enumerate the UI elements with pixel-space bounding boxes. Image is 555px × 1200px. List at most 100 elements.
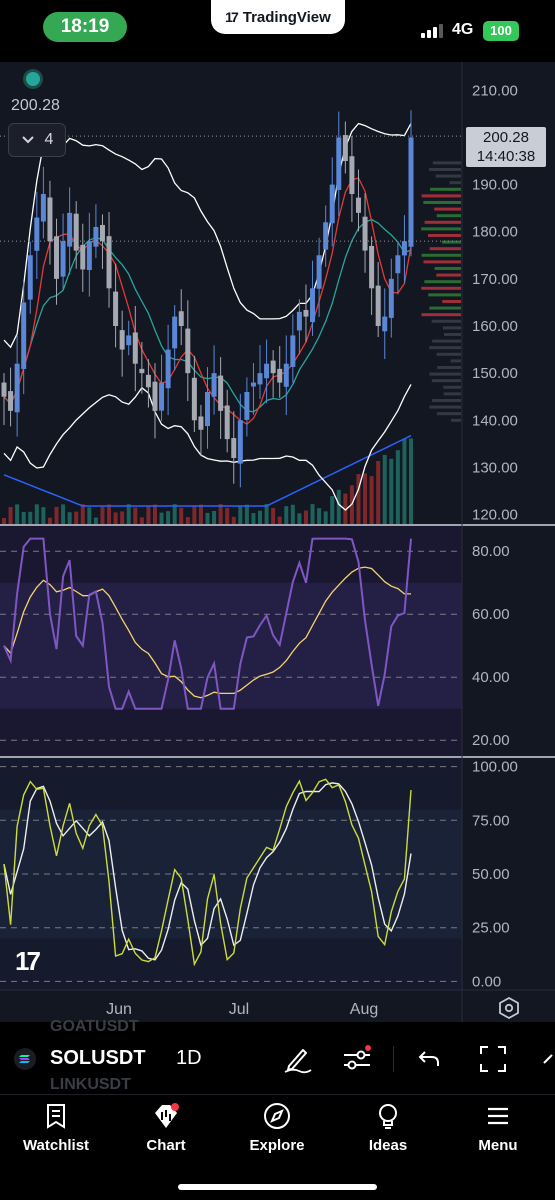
- volume-profile-bar: [450, 359, 461, 363]
- volume-profile-bar: [421, 194, 461, 198]
- price-axis-tick: 140.00: [472, 412, 518, 429]
- volume-bar: [284, 506, 289, 524]
- indicators-icon[interactable]: [341, 1043, 373, 1075]
- volume-bar: [317, 508, 322, 524]
- volume-profile-bar: [429, 346, 461, 350]
- candle-body: [139, 368, 145, 374]
- volume-bar: [120, 511, 125, 524]
- volume-profile-bar: [443, 392, 461, 396]
- candle-body: [198, 416, 204, 430]
- volume-bar: [139, 517, 144, 524]
- interval-selector[interactable]: 1D: [176, 1047, 202, 1070]
- volume-bar: [363, 473, 368, 524]
- candle-body: [224, 405, 230, 440]
- volume-bar: [87, 507, 92, 524]
- bookmark-icon: [47, 1104, 65, 1129]
- volume-bar: [152, 504, 157, 524]
- candle-body: [388, 278, 394, 318]
- volume-bar: [369, 476, 374, 524]
- candle-body: [60, 241, 66, 277]
- chart-settings-icon[interactable]: [497, 996, 521, 1020]
- candle-body: [375, 285, 381, 326]
- solana-logo-icon[interactable]: [14, 1048, 36, 1070]
- undo-icon[interactable]: [414, 1043, 446, 1075]
- tab-label: Menu: [478, 1137, 518, 1154]
- candle-body: [316, 255, 322, 289]
- price-axis-tick: 180.00: [472, 224, 518, 241]
- tab-menu[interactable]: Menu: [448, 1101, 548, 1154]
- tradingview-indicator-pill[interactable]: 17 TradingView: [211, 0, 345, 34]
- fullscreen-icon[interactable]: [477, 1043, 509, 1075]
- volume-profile-bar: [424, 280, 461, 284]
- volume-profile-bar: [436, 412, 461, 416]
- tab-chart[interactable]: Chart: [116, 1101, 216, 1154]
- volume-bar: [113, 512, 118, 524]
- candle-body: [1, 382, 7, 397]
- candle-body: [401, 241, 407, 256]
- volume-bar: [409, 438, 413, 524]
- candle-body: [283, 363, 289, 387]
- volume-profile-bar: [443, 385, 461, 389]
- chart-svg[interactable]: 210.00200.00190.00180.00170.00160.00150.…: [0, 62, 555, 1022]
- volume-profile-bar: [436, 273, 461, 277]
- volume-bar: [146, 506, 151, 524]
- volume-profile-bar: [421, 313, 461, 317]
- price-axis-tick: 130.00: [472, 459, 518, 476]
- stoch-axis-tick: 0.00: [472, 973, 501, 990]
- tab-explore[interactable]: Explore: [227, 1101, 327, 1154]
- last-price-label: 200.28: [11, 97, 60, 114]
- candle-body: [264, 363, 270, 379]
- tab-ideas[interactable]: Ideas: [338, 1101, 438, 1154]
- candle-body: [119, 330, 125, 350]
- candle-body: [73, 213, 79, 251]
- volume-profile-bar: [432, 398, 461, 402]
- more-icon[interactable]: [540, 1043, 555, 1075]
- volume-bar: [74, 511, 79, 524]
- volume-profile-bar: [436, 214, 461, 218]
- volume-profile-bar: [428, 293, 461, 297]
- stoch-axis-tick: 75.00: [472, 812, 510, 829]
- volume-bar: [244, 504, 249, 524]
- volume-bar: [336, 489, 341, 524]
- candle-body: [126, 335, 132, 346]
- volume-bar: [356, 474, 361, 524]
- candle-body: [14, 363, 20, 413]
- price-tag-value: 200.28: [483, 129, 529, 146]
- tab-watchlist[interactable]: Watchlist: [6, 1101, 106, 1154]
- volume-profile-bar: [429, 306, 461, 310]
- volume-profile-bar: [431, 319, 461, 323]
- toolbar-divider: [393, 1046, 394, 1072]
- volume-bar: [80, 504, 85, 524]
- volume-profile-bar: [421, 227, 461, 231]
- volume-bar: [225, 507, 230, 524]
- candle-body: [185, 328, 191, 374]
- candle-body: [34, 217, 40, 251]
- volume-bar: [8, 507, 13, 524]
- volume-bar: [376, 460, 381, 524]
- tab-label: Ideas: [368, 1137, 408, 1154]
- status-time: 18:19: [43, 12, 127, 42]
- candle-body: [8, 391, 14, 411]
- collapse-indicators-button[interactable]: 4: [8, 123, 66, 157]
- volume-profile-bar: [423, 260, 461, 264]
- tab-label: Explore: [249, 1137, 305, 1154]
- volume-profile-bar: [429, 405, 461, 409]
- hamburger-icon: [488, 1107, 508, 1125]
- volume-bar: [67, 512, 72, 524]
- drawing-tools-icon[interactable]: [281, 1043, 313, 1075]
- market-status-icon[interactable]: [26, 72, 40, 86]
- candle-body: [336, 137, 342, 190]
- volume-profile-bar: [432, 339, 461, 343]
- volume-bar: [271, 507, 276, 524]
- ghost-symbol-top: GOATUSDT: [50, 1018, 139, 1035]
- chart-canvas[interactable]: 210.00200.00190.00180.00170.00160.00150.…: [0, 62, 555, 1022]
- symbol-selector[interactable]: SOLUSDT: [50, 1047, 146, 1070]
- candle-body: [165, 349, 171, 389]
- candle-body: [132, 332, 138, 364]
- candle-body: [40, 194, 46, 222]
- volume-bar: [172, 504, 177, 524]
- candle-body: [86, 241, 92, 271]
- volume-profile-bar: [437, 365, 461, 369]
- current-price-tag: 200.28 14:40:38: [466, 127, 546, 167]
- candle-body: [310, 288, 316, 323]
